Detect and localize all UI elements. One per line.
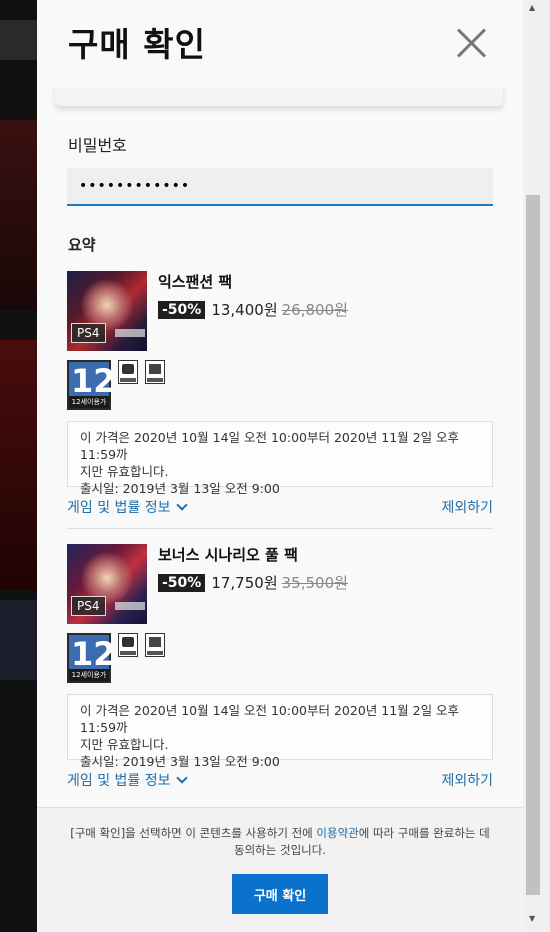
product-name: 보너스 시나리오 풀 팩 (158, 546, 298, 564)
terms-link[interactable]: 이용약관 (316, 826, 358, 840)
legal-info-link[interactable]: 게임 및 법률 정보 (67, 770, 188, 790)
age-rating-caption: 12세이용가 (69, 669, 109, 681)
age-rating-number: 12 (71, 362, 116, 400)
scrollbar-thumb[interactable] (526, 195, 540, 895)
discount-badge: -50% (158, 300, 206, 319)
dialog-footer: [구매 확인]을 선택하면 이 콘텐츠를 사용하기 전에 이용약관에 따라 구매… (37, 807, 523, 932)
page-backdrop (0, 0, 37, 932)
product-name: 익스팬션 팩 (158, 273, 233, 291)
price-notice: 이 가격은 2020년 10월 14일 오전 10:00부터 2020년 11월… (67, 694, 493, 769)
sale-price: 17,750원 (211, 574, 278, 592)
age-rating-icon: 12 12세이용가 (67, 360, 116, 410)
terms-notice: [구매 확인]을 선택하면 이 콘텐츠를 사용하기 전에 이용약관에 따라 구매… (70, 826, 490, 857)
platform-badge: PS4 (71, 323, 106, 343)
scrollbar[interactable]: ▲ ▼ (523, 0, 550, 932)
sale-price: 13,400원 (211, 301, 278, 319)
content-descriptor-icon (145, 360, 165, 384)
price-notice: 이 가격은 2020년 10월 14일 오전 10:00부터 2020년 11월… (67, 421, 493, 496)
dialog-header: 구매 확인 (37, 0, 523, 88)
purchase-confirm-dialog: 구매 확인 비밀번호 요약 PS4 익스팬션 팩 -50% 13,400원26,8… (37, 0, 523, 932)
platform-badge: PS4 (71, 596, 106, 616)
password-label: 비밀번호 (68, 136, 127, 155)
age-rating-caption: 12세이용가 (69, 396, 109, 408)
dialog-title: 구매 확인 (68, 25, 206, 64)
chevron-down-icon (175, 499, 188, 511)
password-field[interactable] (67, 168, 493, 206)
exclude-button[interactable]: 제외하기 (441, 770, 493, 790)
content-descriptor-icon (145, 633, 165, 657)
age-rating-number: 12 (71, 635, 116, 673)
notice-line: 이 가격은 2020년 10월 14일 오전 10:00부터 2020년 11월… (80, 703, 460, 735)
original-price: 35,500원 (281, 574, 348, 592)
price-row: -50% 17,750원 35,500원 (158, 572, 348, 594)
discount-badge: -50% (158, 573, 206, 592)
product-thumbnail: PS4 (67, 544, 147, 624)
original-price: 26,800원 (281, 301, 348, 319)
divider (67, 528, 493, 529)
notice-line: 지만 유효합니다. (80, 737, 169, 752)
notice-line: 지만 유효합니다. (80, 464, 169, 479)
confirm-purchase-button[interactable]: 구매 확인 (232, 874, 328, 914)
chevron-down-icon (175, 772, 188, 784)
content-descriptor-icon (118, 360, 138, 384)
release-date: 출시일: 2019년 3월 13일 오전 9:00 (80, 481, 280, 496)
product-thumbnail: PS4 (67, 271, 147, 351)
content-descriptor-icon (118, 633, 138, 657)
release-date: 출시일: 2019년 3월 13일 오전 9:00 (80, 754, 280, 769)
scroll-down-icon[interactable]: ▼ (529, 914, 535, 923)
exclude-button[interactable]: 제외하기 (441, 497, 493, 517)
scroll-up-icon[interactable]: ▲ (529, 3, 535, 12)
price-row: -50% 13,400원 26,800원 (158, 299, 348, 321)
close-icon[interactable] (455, 27, 487, 59)
notice-line: 이 가격은 2020년 10월 14일 오전 10:00부터 2020년 11월… (80, 430, 460, 462)
summary-title: 요약 (68, 236, 96, 254)
legal-info-link[interactable]: 게임 및 법률 정보 (67, 497, 188, 517)
age-rating-icon: 12 12세이용가 (67, 633, 116, 683)
